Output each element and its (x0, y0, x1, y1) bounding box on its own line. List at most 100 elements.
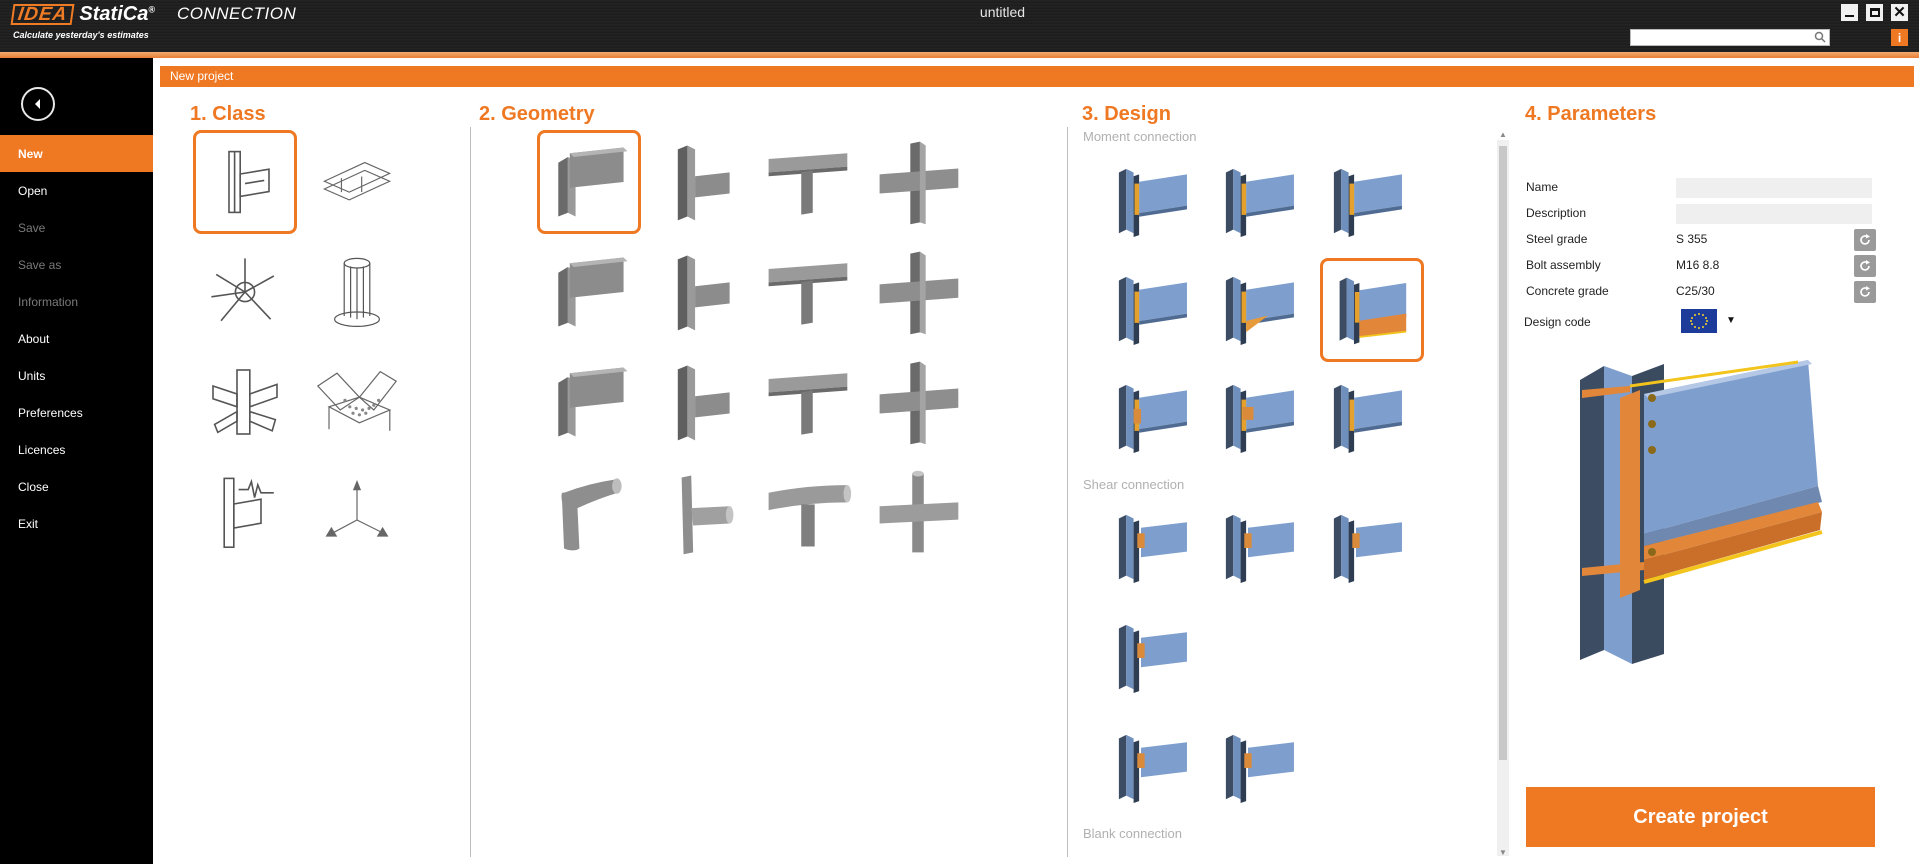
sidebar-item-preferences[interactable]: Preferences (0, 394, 153, 431)
geometry-i-cross-alt-icon (879, 251, 959, 335)
name-input[interactable] (1676, 178, 1872, 198)
design-tile-shear-4[interactable] (1100, 606, 1204, 710)
geometry-tile-rhs-tee-side[interactable] (645, 350, 749, 454)
steel-grade-value[interactable]: S 355 (1676, 232, 1707, 246)
geometry-tile-i-tee-top[interactable] (755, 130, 859, 234)
class-tile-beam-splice[interactable] (305, 130, 409, 234)
sidebar-item-licences[interactable]: Licences (0, 431, 153, 468)
geometry-tile-i-cross-alt[interactable] (866, 240, 970, 344)
sidebar-item-units[interactable]: Units (0, 357, 153, 394)
design-tile-shear-5[interactable] (1100, 716, 1204, 820)
refresh-icon (1860, 286, 1870, 297)
geometry-tile-rhs-cross[interactable] (866, 350, 970, 454)
sidebar-menu: New Open Save Save as Information About … (0, 135, 153, 542)
design-tile-shear-2[interactable] (1207, 496, 1311, 600)
geometry-rhs-cross-icon (879, 361, 959, 445)
geometry-tile-i-tee-top-alt[interactable] (755, 240, 859, 344)
geometry-tile-i-corner-alt[interactable] (537, 240, 641, 344)
geometry-tile-i-cross[interactable] (866, 130, 970, 234)
eu-flag-icon[interactable] (1681, 309, 1717, 333)
geometry-tile-i-corner[interactable] (537, 130, 641, 234)
geometry-tile-i-tee-side[interactable] (645, 130, 749, 234)
geometry-chs-cross-icon (879, 470, 959, 553)
sidebar-item-new[interactable]: New (0, 135, 153, 172)
design-tile-shear-1[interactable] (1100, 496, 1204, 600)
sidebar-item-close[interactable]: Close (0, 468, 153, 505)
concrete-grade-value[interactable]: C25/30 (1676, 284, 1715, 298)
design-tile-moment-6[interactable] (1320, 258, 1424, 362)
maximize-button[interactable] (1866, 4, 1883, 21)
geometry-tile-rhs-tee-top[interactable] (755, 350, 859, 454)
close-button[interactable]: ✕ (1891, 4, 1908, 21)
minimize-button[interactable] (1841, 4, 1858, 21)
minimize-icon (1845, 14, 1854, 17)
geometry-rhs-corner-icon (558, 367, 628, 437)
class-tile-multi-member[interactable] (193, 350, 297, 454)
class-tile-truss-node[interactable] (193, 240, 297, 344)
app-tagline: Calculate yesterday's estimates (13, 30, 149, 40)
geometry-chs-tee-top-icon (768, 485, 852, 547)
sidebar-item-open[interactable]: Open (0, 172, 153, 209)
scroll-thumb[interactable] (1499, 146, 1507, 760)
design-code-dropdown-icon[interactable]: ▼ (1726, 315, 1736, 326)
geometry-tile-chs-cross[interactable] (866, 460, 970, 564)
plate-connection-class-icon (316, 370, 398, 431)
bolt-assembly-label: Bolt assembly (1526, 258, 1601, 272)
title-bar-accent (0, 52, 1919, 58)
geometry-tile-chs-corner[interactable] (537, 460, 641, 564)
param-design-code-row: Design code ▼ (1524, 309, 1884, 333)
moment-bolted-flange-icon (1118, 384, 1187, 453)
sidebar-item-information: Information (18, 294, 79, 309)
back-button[interactable] (21, 87, 55, 121)
info-button[interactable]: i (1891, 29, 1908, 46)
geometry-rhs-tee-top-icon (768, 373, 848, 435)
sidebar-item-about[interactable]: About (0, 320, 153, 357)
bolt-assembly-value[interactable]: M16 8.8 (1676, 258, 1719, 272)
refresh-icon (1860, 260, 1870, 271)
create-project-button[interactable]: Create project (1526, 787, 1875, 847)
arrow-left-icon (35, 99, 40, 109)
geometry-tile-i-tee-side-alt[interactable] (645, 240, 749, 344)
truss-node-class-icon (211, 258, 275, 322)
parameters-section-title: 4. Parameters (1525, 103, 1657, 125)
window-controls: ✕ (1841, 4, 1908, 21)
class-tile-beam-column[interactable] (193, 130, 297, 234)
geometry-tile-chs-tee-top[interactable] (755, 460, 859, 564)
concrete-grade-reset-button[interactable] (1854, 281, 1876, 303)
design-tile-moment-7[interactable] (1100, 366, 1204, 470)
moment-stiffened-icon (1118, 276, 1187, 345)
page-header: New project (160, 66, 1914, 87)
search-input[interactable] (1630, 29, 1830, 46)
moment-flush-plate-icon (1333, 168, 1402, 237)
geometry-tile-chs-tee-side[interactable] (645, 460, 749, 564)
design-tile-moment-1[interactable] (1100, 150, 1204, 254)
class-tile-general[interactable] (305, 460, 409, 564)
class-tile-plate-connection[interactable] (305, 350, 409, 454)
description-input[interactable] (1676, 204, 1872, 224)
design-tile-moment-8[interactable] (1207, 366, 1311, 470)
geometry-i-tee-side-alt-icon (677, 255, 730, 331)
design-tile-shear-6[interactable] (1207, 716, 1311, 820)
steel-grade-reset-button[interactable] (1854, 229, 1876, 251)
scroll-down-icon[interactable]: ▼ (1497, 848, 1509, 858)
maximize-icon (1869, 8, 1880, 17)
shear-web-cleat-icon (1118, 624, 1187, 693)
design-tile-moment-3[interactable] (1315, 150, 1419, 254)
geometry-tile-rhs-corner[interactable] (537, 350, 641, 454)
design-tile-moment-2[interactable] (1207, 150, 1311, 254)
design-tile-moment-4[interactable] (1100, 258, 1204, 362)
geometry-i-corner-alt-icon (558, 257, 628, 327)
class-tile-seismic[interactable] (193, 460, 297, 564)
design-tile-shear-3[interactable] (1315, 496, 1419, 600)
design-tile-moment-5[interactable] (1207, 258, 1311, 362)
search-icon[interactable] (1814, 31, 1826, 43)
param-concrete-grade-row: Concrete grade C25/30 (1526, 280, 1886, 304)
param-name-row: Name (1526, 176, 1886, 200)
sidebar-item-exit[interactable]: Exit (0, 505, 153, 542)
design-tile-moment-9[interactable] (1315, 366, 1419, 470)
design-scrollbar[interactable]: ▲ ▼ (1497, 130, 1509, 858)
sidebar: New Open Save Save as Information About … (0, 58, 153, 864)
class-tile-column-base[interactable] (305, 240, 409, 344)
bolt-assembly-reset-button[interactable] (1854, 255, 1876, 277)
scroll-up-icon[interactable]: ▲ (1497, 130, 1509, 140)
